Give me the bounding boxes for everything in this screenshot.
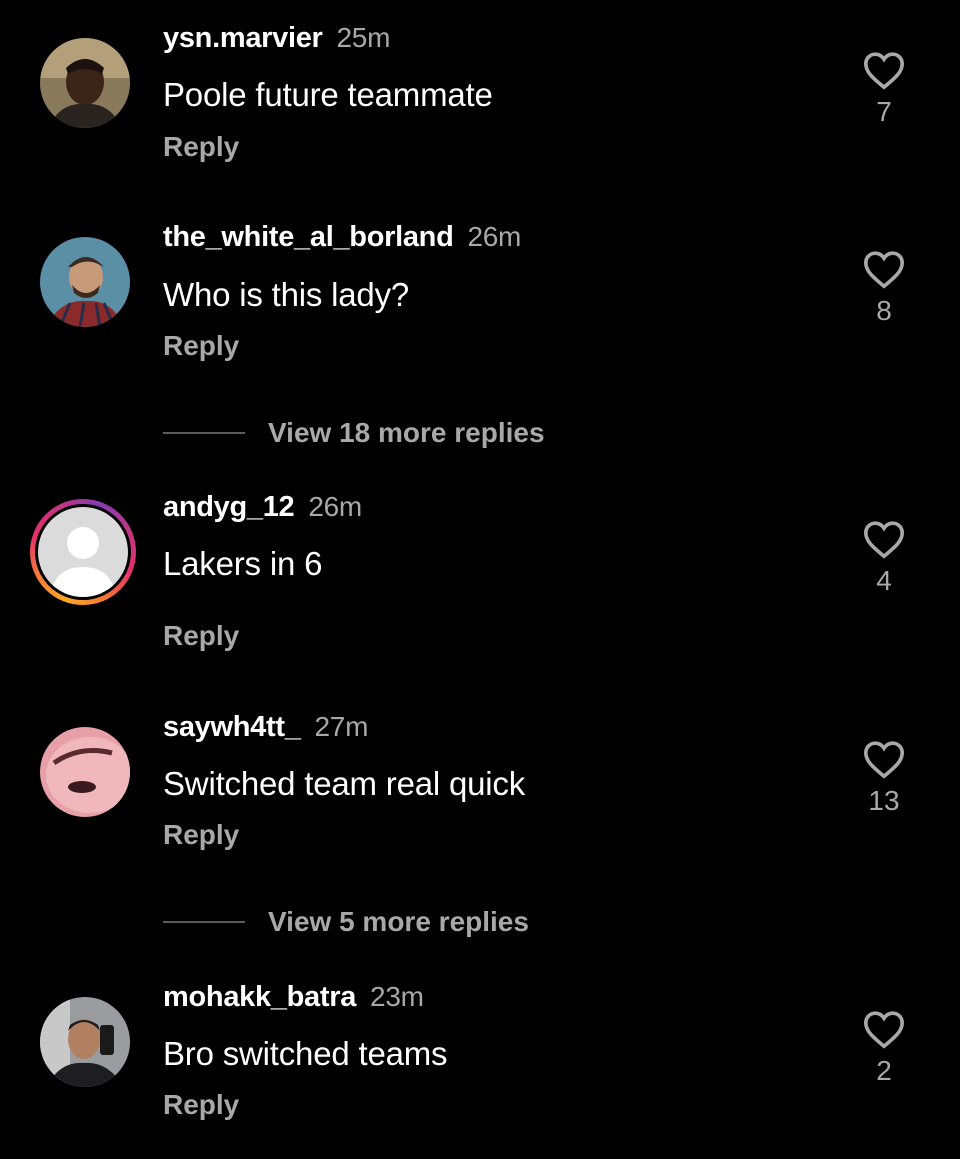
reply-button[interactable]: Reply xyxy=(163,620,239,652)
comment-text: Who is this lady? xyxy=(163,276,410,313)
timestamp: 27m xyxy=(314,711,369,742)
view-more-label[interactable]: View 18 more replies xyxy=(268,417,545,449)
view-more-replies-button[interactable]: View 18 more replies xyxy=(163,415,545,451)
reply-button[interactable]: Reply xyxy=(163,1089,239,1121)
comment-text: Lakers in 6 xyxy=(163,545,323,582)
username[interactable]: mohakk_batra 23m xyxy=(163,981,424,1014)
like-count: 8 xyxy=(876,295,892,326)
comment-text: Switched team real quick xyxy=(163,765,526,802)
like-control: 13 xyxy=(862,739,906,817)
timestamp: 23m xyxy=(370,981,424,1012)
username-text[interactable]: mohakk_batra xyxy=(163,981,356,1013)
comment-text: Bro switched teams xyxy=(163,1035,448,1072)
like-count: 7 xyxy=(876,96,892,127)
heart-icon[interactable] xyxy=(862,50,906,90)
heart-icon[interactable] xyxy=(862,1009,906,1049)
username[interactable]: saywh4tt_ 27m xyxy=(163,711,368,744)
divider-line xyxy=(163,921,245,923)
avatar[interactable] xyxy=(40,997,130,1087)
username-text[interactable]: the_white_al_borland xyxy=(163,221,454,253)
timestamp: 26m xyxy=(308,491,362,522)
timestamp: 26m xyxy=(467,221,522,252)
reply-button[interactable]: Reply xyxy=(163,330,239,362)
avatar[interactable] xyxy=(40,727,130,817)
like-control: 8 xyxy=(862,249,906,327)
avatar[interactable] xyxy=(40,38,130,128)
username[interactable]: andyg_12 26m xyxy=(163,491,362,524)
like-count: 2 xyxy=(876,1055,892,1086)
story-ring[interactable] xyxy=(30,499,136,605)
username[interactable]: ysn.marvier 25m xyxy=(163,22,390,55)
username-text[interactable]: andyg_12 xyxy=(163,491,295,523)
like-control: 4 xyxy=(862,519,906,597)
heart-icon[interactable] xyxy=(862,249,906,289)
avatar[interactable] xyxy=(40,237,130,327)
like-control: 2 xyxy=(862,1009,906,1087)
avatar[interactable] xyxy=(38,507,128,597)
heart-icon[interactable] xyxy=(862,739,906,779)
view-more-replies-button[interactable]: View 5 more replies xyxy=(163,904,529,940)
like-count: 13 xyxy=(868,785,900,816)
comment-text: Poole future teammate xyxy=(163,76,493,113)
username-text[interactable]: ysn.marvier xyxy=(163,22,323,54)
username[interactable]: the_white_al_borland 26m xyxy=(163,221,521,254)
reply-button[interactable]: Reply xyxy=(163,819,239,851)
heart-icon[interactable] xyxy=(862,519,906,559)
username-text[interactable]: saywh4tt_ xyxy=(163,711,301,743)
view-more-label[interactable]: View 5 more replies xyxy=(268,906,529,938)
reply-button[interactable]: Reply xyxy=(163,131,239,163)
like-count: 4 xyxy=(876,565,892,596)
divider-line xyxy=(163,432,245,434)
like-control: 7 xyxy=(862,50,906,128)
timestamp: 25m xyxy=(336,22,391,53)
